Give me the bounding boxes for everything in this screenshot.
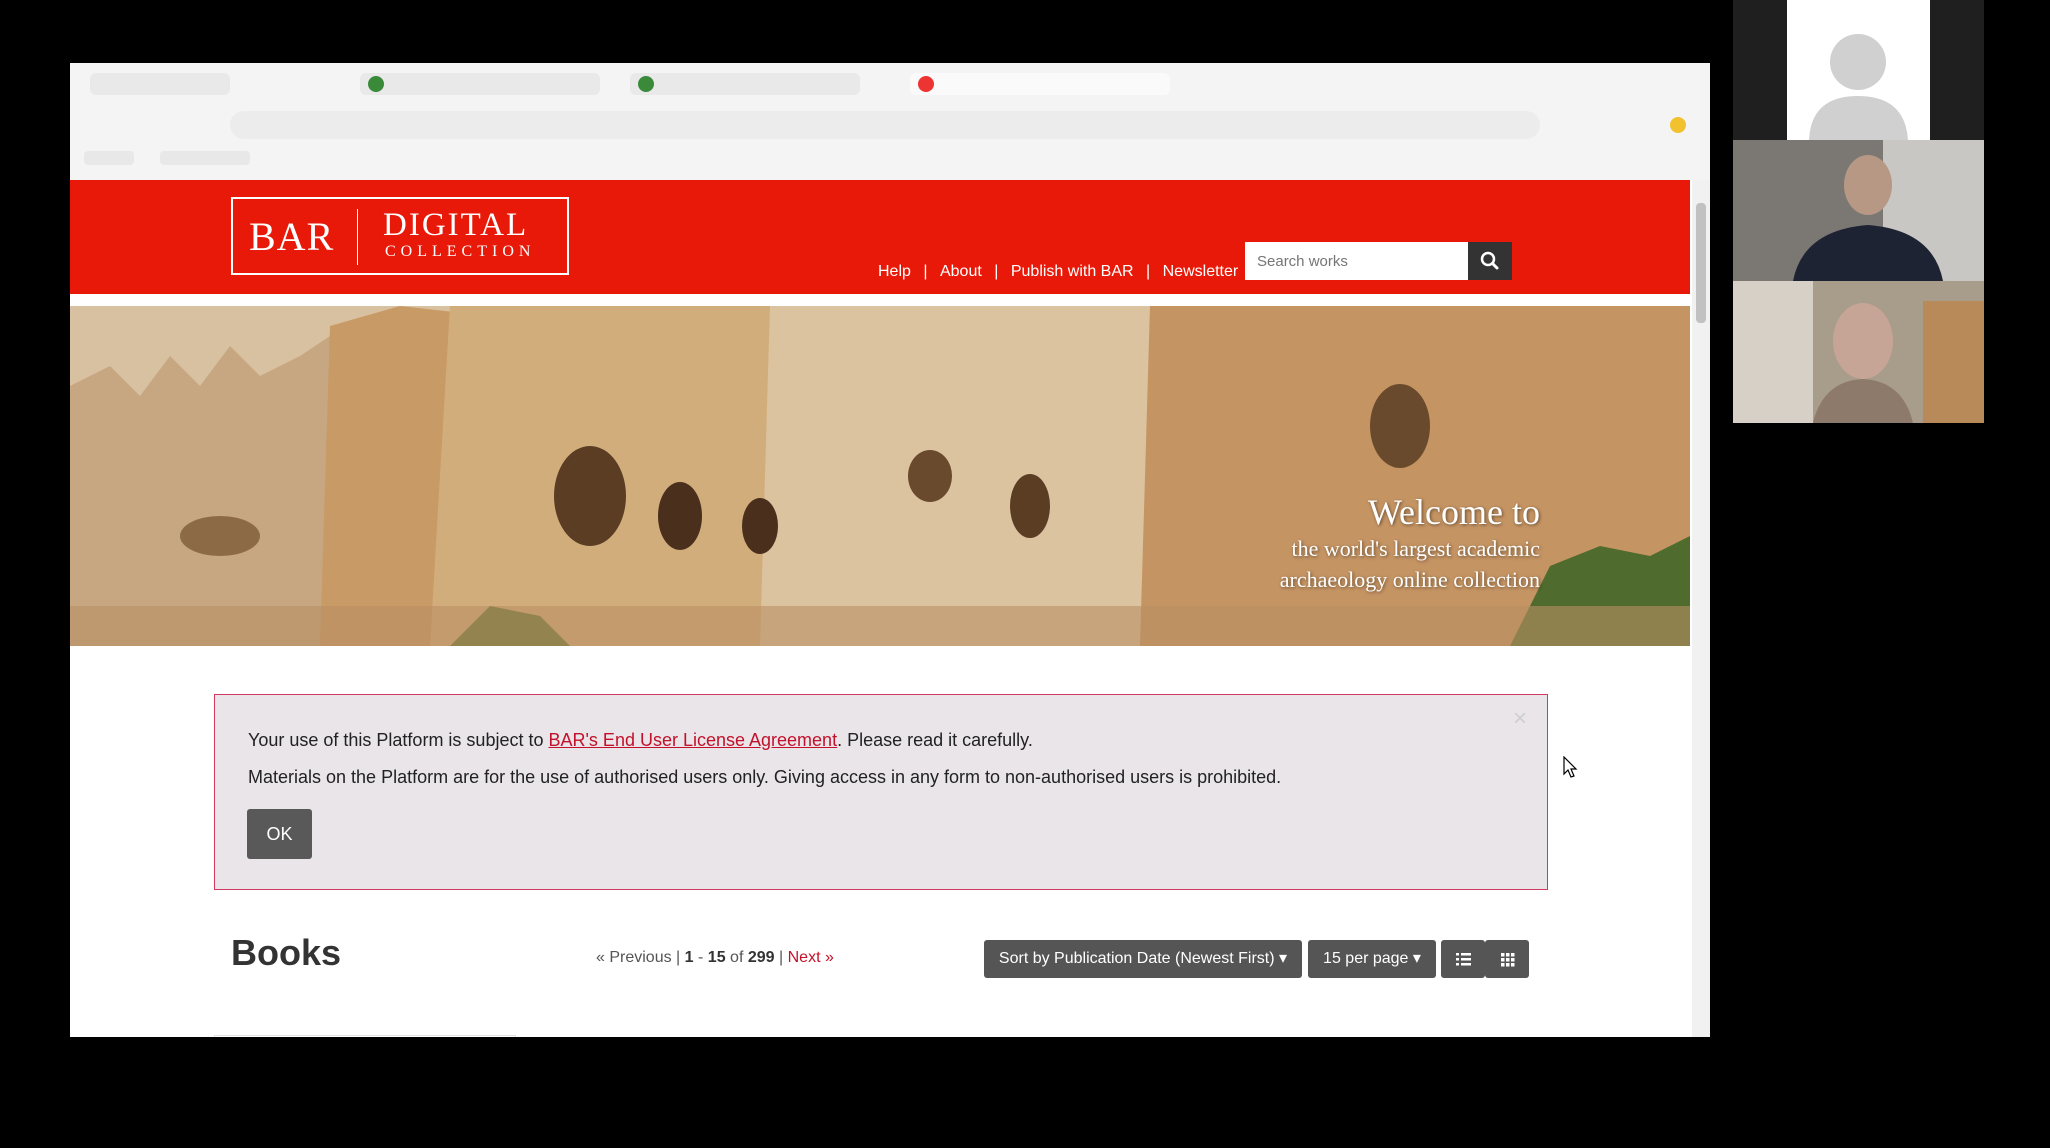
tab-favicon-icon xyxy=(638,76,654,92)
bar-digital-collection-page: BAR DIGITAL COLLECTION Help | About | Pu… xyxy=(70,180,1690,1037)
range-dash: - xyxy=(698,949,704,966)
list-icon xyxy=(1456,953,1471,966)
alert-line-1-prefix: Your use of this Platform is subject to xyxy=(248,730,549,750)
hero-landscape-image xyxy=(70,306,1690,646)
participant-tile[interactable] xyxy=(1733,0,1984,140)
nav-help-link[interactable]: Help xyxy=(878,263,911,280)
next-link[interactable]: Next » xyxy=(788,949,834,966)
search-button[interactable] xyxy=(1468,242,1512,280)
range-start: 1 xyxy=(684,949,694,966)
browser-tab[interactable] xyxy=(630,73,860,95)
search-icon xyxy=(1480,251,1499,270)
site-logo[interactable]: BAR DIGITAL COLLECTION xyxy=(231,197,569,275)
range-end: 15 xyxy=(707,949,726,966)
address-bar[interactable] xyxy=(230,111,1540,139)
participant-placeholder xyxy=(1787,0,1930,140)
hero-title: Welcome to xyxy=(1367,492,1540,532)
previous-link[interactable]: « Previous xyxy=(596,949,672,966)
bookmark-item[interactable] xyxy=(84,151,134,165)
alert-line-2: Materials on the Platform are for the us… xyxy=(248,767,1282,787)
top-nav: Help | About | Publish with BAR | Newsle… xyxy=(874,263,1242,281)
pager-separator: | xyxy=(779,949,784,966)
bookmark-item[interactable] xyxy=(160,151,250,165)
scrollbar-thumb[interactable] xyxy=(1696,203,1706,323)
mouse-cursor-icon xyxy=(1563,756,1578,778)
book-card[interactable] xyxy=(214,1035,516,1037)
per-page-label: 15 per page xyxy=(1323,950,1409,967)
hero-banner: Welcome to the world's largest academic … xyxy=(70,306,1690,646)
nav-newsletter-link[interactable]: Newsletter xyxy=(1163,263,1239,280)
logo-collection-text: COLLECTION xyxy=(385,243,536,260)
sort-label: Sort by Publication Date (Newest First) xyxy=(998,950,1275,967)
shared-browser-window: BAR DIGITAL COLLECTION Help | About | Pu… xyxy=(70,63,1710,1037)
nav-separator: | xyxy=(994,263,999,280)
logo-divider xyxy=(357,209,358,265)
avatar-icon xyxy=(1809,34,1908,140)
grid-view-button[interactable] xyxy=(1485,940,1529,978)
list-view-button[interactable] xyxy=(1441,940,1485,978)
license-alert: × Your use of this Platform is subject t… xyxy=(214,694,1548,890)
close-icon[interactable]: × xyxy=(1513,705,1527,733)
chevron-down-icon: ▾ xyxy=(1279,950,1288,967)
participant-video-frame xyxy=(1733,281,1984,423)
tab-favicon-icon xyxy=(918,76,934,92)
range-of: of xyxy=(730,949,744,966)
browser-tab[interactable] xyxy=(360,73,600,95)
participant-video[interactable] xyxy=(1733,281,1984,423)
pager-separator: | xyxy=(676,949,681,966)
hero-subtitle-line-2: archaeology online collection xyxy=(1279,567,1540,592)
grid-icon xyxy=(1501,953,1515,967)
chevron-down-icon: ▾ xyxy=(1412,950,1421,967)
nav-publish-link[interactable]: Publish with BAR xyxy=(1011,263,1134,280)
pagination: « Previous | 1 - 15 of 299 | Next » xyxy=(596,949,834,967)
browser-tab[interactable] xyxy=(90,73,230,95)
nav-separator: | xyxy=(923,263,928,280)
books-heading: Books xyxy=(231,932,342,973)
alert-line-1: Your use of this Platform is subject to … xyxy=(248,730,1033,751)
nav-separator: | xyxy=(1146,263,1151,280)
ok-button[interactable]: OK xyxy=(247,809,312,859)
participant-video-frame xyxy=(1733,140,1984,281)
logo-digital-text: DIGITAL xyxy=(383,207,529,243)
sort-dropdown[interactable]: Sort by Publication Date (Newest First) … xyxy=(984,940,1302,978)
per-page-dropdown[interactable]: 15 per page ▾ xyxy=(1308,940,1436,978)
range-total: 299 xyxy=(747,949,775,966)
alert-line-1-suffix: . Please read it carefully. xyxy=(837,730,1033,750)
eula-link[interactable]: BAR's End User License Agreement xyxy=(548,730,837,750)
profile-icon[interactable] xyxy=(1670,117,1686,133)
nav-about-link[interactable]: About xyxy=(940,263,982,280)
tab-favicon-icon xyxy=(368,76,384,92)
browser-tab-active[interactable] xyxy=(910,73,1170,95)
browser-chrome xyxy=(70,63,1710,180)
participant-video[interactable] xyxy=(1733,140,1984,281)
hero-subtitle-line-1: the world's largest academic xyxy=(1291,536,1540,561)
site-header: BAR DIGITAL COLLECTION Help | About | Pu… xyxy=(70,180,1690,294)
hero-welcome-text: Welcome to the world's largest academic … xyxy=(1280,491,1540,595)
logo-bar-text: BAR xyxy=(249,214,335,259)
search-input[interactable] xyxy=(1245,242,1468,280)
